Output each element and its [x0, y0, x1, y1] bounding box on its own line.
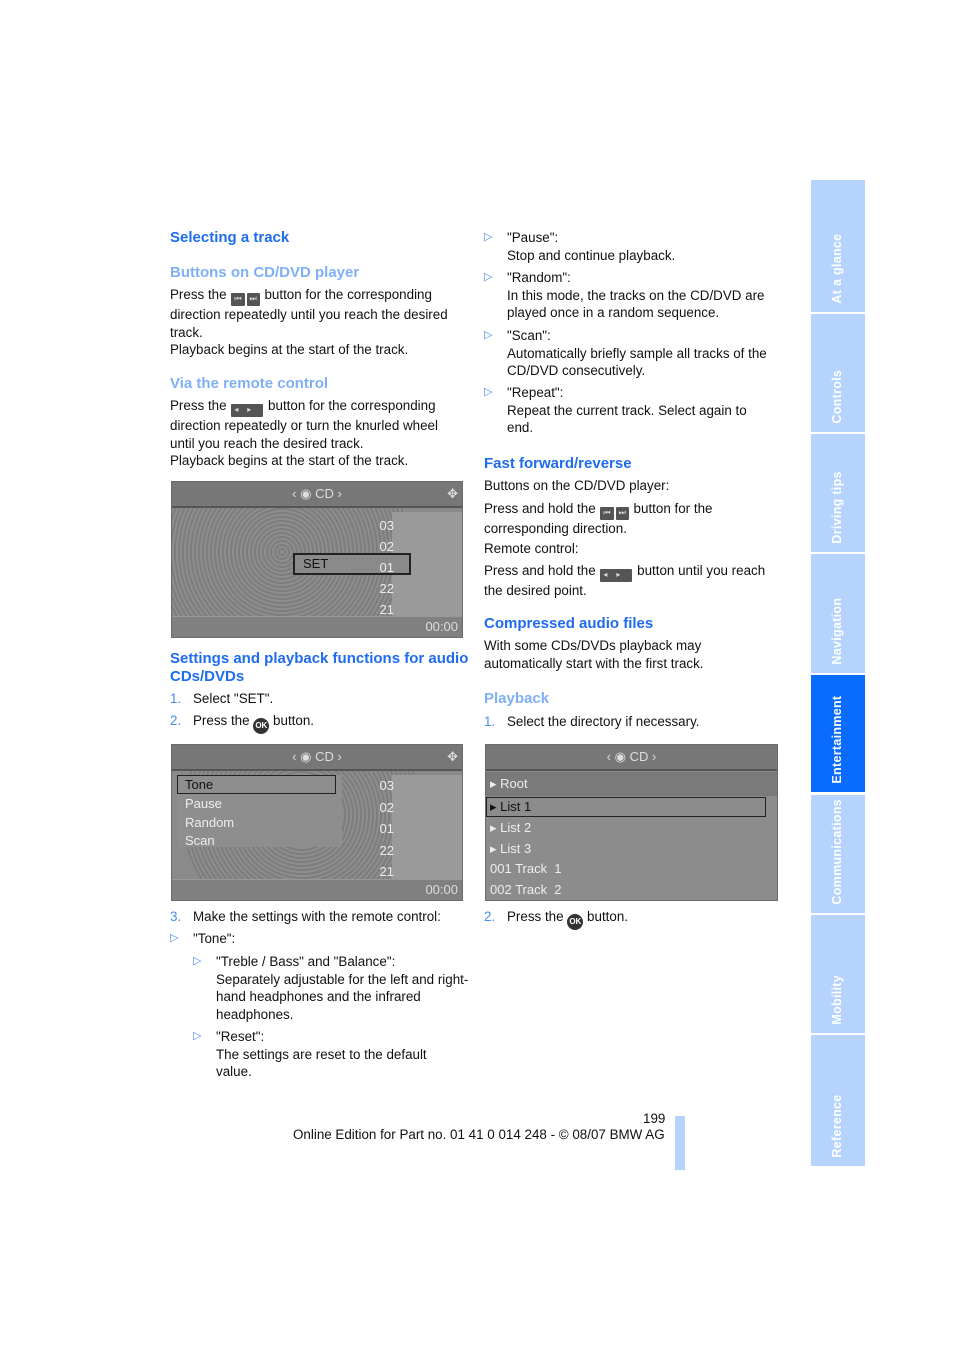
- ok-button-icon: OK: [567, 914, 584, 930]
- tab-at-a-glance[interactable]: At a glance: [811, 180, 865, 312]
- playback-step-1: 1. Select the directory if necessary.: [484, 714, 700, 729]
- tab-reference[interactable]: Reference: [811, 1035, 865, 1166]
- playback-step-2: 2. Press the OK button.: [484, 908, 628, 930]
- heading-fast-forward: Fast forward/reverse: [484, 455, 632, 472]
- prev-track-button-icon: ⏮: [600, 507, 614, 520]
- subheading-buttons: Buttons on CD/DVD player: [170, 264, 360, 281]
- tab-driving-tips[interactable]: Driving tips: [811, 434, 865, 552]
- cd-screen-menu: ‹ ◉ CD › ✥ Tone Pause Random Scan 03 02 01…: [171, 744, 463, 901]
- settings-menu: Tone Pause Random Scan: [177, 775, 342, 849]
- paragraph-remote: Press the ◂ ▸ button for the correspondi…: [170, 397, 462, 470]
- paragraph-buttons: Press the ⏮ ⏭ button for the correspondin…: [170, 286, 462, 359]
- dir-item-list-3[interactable]: ▸ List 3: [490, 839, 562, 860]
- source-bar: ‹ ◉ CD ›: [486, 745, 777, 771]
- ff-text-3: Remote control:: [484, 541, 579, 556]
- tab-entertainment[interactable]: Entertainment: [811, 675, 865, 792]
- dir-item-root[interactable]: ▸ Root: [486, 772, 777, 796]
- step-2: 2. Press the OK button.: [170, 712, 314, 734]
- controller-icon: ✥: [447, 749, 458, 764]
- cd-screen-directory: ‹ ◉ CD › ▸ Root ▸ List 1 ▸ List 2 ▸ List…: [485, 744, 778, 901]
- dir-item-list-2[interactable]: ▸ List 2: [490, 818, 562, 839]
- source-bar: ‹ ◉ CD ›: [172, 745, 462, 771]
- bullet-scan: ▷ "Scan": Automatically briefly sample all…: [484, 328, 767, 379]
- track-list: 03 02 01 22 21: [379, 518, 394, 617]
- bullet-random: ▷ "Random": In this mode, the tracks on th…: [484, 270, 765, 321]
- track-item-1[interactable]: 001 Track 1: [490, 859, 562, 880]
- rocker-button-icon: ◂ ▸: [600, 569, 633, 582]
- text: Playback begins at the start of the trac…: [170, 342, 409, 358]
- tab-mobility[interactable]: Mobility: [811, 915, 865, 1033]
- rocker-button-icon: ◂ ▸: [231, 404, 264, 417]
- bullet-reset: ▷ "Reset": The settings are reset to the d…: [193, 1029, 427, 1080]
- next-track-button-icon: ⏭: [615, 507, 629, 520]
- heading-selecting-track: Selecting a track: [170, 229, 290, 246]
- time-display: 00:00: [172, 879, 462, 900]
- subheading-playback: Playback: [484, 690, 550, 707]
- bullet-treble: ▷ "Treble / Bass" and "Balance": Separatel…: [193, 954, 469, 1022]
- heading-compressed: Compressed audio files: [484, 615, 654, 632]
- next-track-button-icon: ⏭: [246, 293, 260, 306]
- bullet-tone: ▷ "Tone":: [170, 931, 236, 946]
- dir-item-list-1[interactable]: ▸ List 1: [486, 797, 766, 817]
- dir-list: ▸ List 2 ▸ List 3 001 Track 1 002 Track …: [490, 818, 562, 900]
- ff-text-2: Press and hold the ⏮ ⏭ button for the cor…: [484, 501, 713, 536]
- track-item-2[interactable]: 002 Track 2: [490, 880, 562, 901]
- controller-icon: ✥: [447, 486, 458, 501]
- menu-item-pause[interactable]: Pause: [177, 794, 342, 813]
- heading-settings: Settings and playback functions for audi…: [170, 650, 469, 685]
- page-number: 199: [643, 1111, 666, 1126]
- cd-screen-set: ‹ ◉ CD › ✥ SET 03 02 01 22 21 00:00: [171, 481, 463, 638]
- ok-button-icon: OK: [253, 718, 270, 734]
- manual-page: Selecting a track Buttons on CD/DVD play…: [0, 0, 954, 1350]
- source-bar: ‹ ◉ CD ›: [172, 482, 462, 508]
- page-marker-bar: [675, 1116, 685, 1170]
- bullet-repeat: ▷ "Repeat": Repeat the current track. Sele…: [484, 385, 747, 436]
- step-1: 1. Select "SET".: [170, 691, 274, 706]
- tab-communications[interactable]: Communications: [811, 795, 865, 913]
- track-list: 03 02 01 22 21: [379, 778, 394, 879]
- tab-controls[interactable]: Controls: [811, 314, 865, 432]
- edition-note: Online Edition for Part no. 01 41 0 014 …: [293, 1127, 665, 1142]
- compressed-text: With some CDs/DVDs playback may automati…: [484, 638, 704, 671]
- tab-navigation[interactable]: Navigation: [811, 554, 865, 673]
- menu-item-scan[interactable]: Scan: [177, 832, 342, 849]
- text: Press the: [170, 398, 227, 413]
- text: Playback begins at the start of the trac…: [170, 453, 409, 469]
- bullet-pause: ▷ "Pause": Stop and continue playback.: [484, 230, 676, 263]
- menu-item-random[interactable]: Random: [177, 813, 342, 832]
- text: Press the: [170, 287, 227, 302]
- prev-track-button-icon: ⏮: [231, 293, 245, 306]
- ff-text-1: Buttons on the CD/DVD player:: [484, 478, 670, 493]
- ff-text-4: Press and hold the ◂ ▸ button until you …: [484, 563, 766, 598]
- menu-item-tone[interactable]: Tone: [177, 775, 336, 794]
- time-display: 00:00: [172, 616, 462, 637]
- subheading-remote: Via the remote control: [170, 375, 329, 392]
- step-3: 3. Make the settings with the remote cont…: [170, 909, 441, 924]
